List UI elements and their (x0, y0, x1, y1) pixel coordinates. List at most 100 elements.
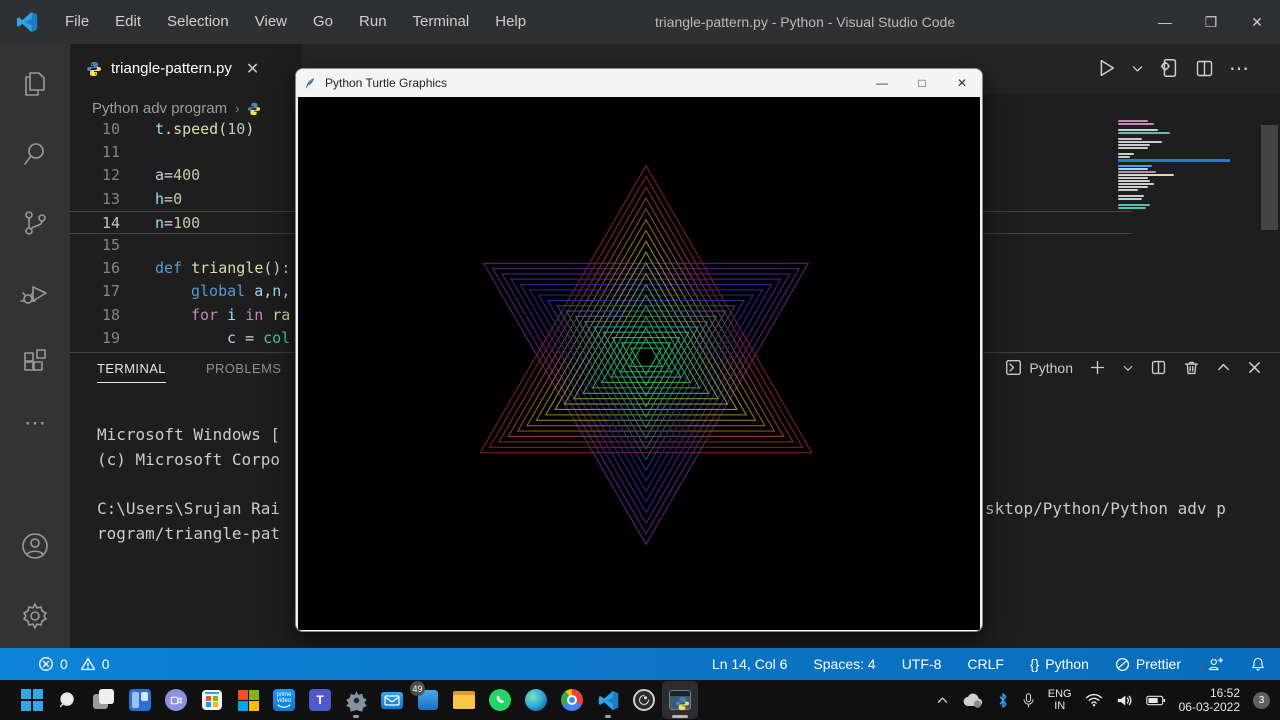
formatter-label: Prettier (1135, 656, 1181, 672)
notifications-bell-icon[interactable] (1250, 656, 1266, 672)
minimap[interactable] (1118, 120, 1230, 245)
run-debug-icon[interactable] (19, 277, 51, 309)
turtle-close-button[interactable]: ✕ (942, 69, 982, 97)
kill-terminal-icon[interactable] (1183, 359, 1200, 376)
panel-tab-problems[interactable]: PROBLEMS (206, 361, 281, 383)
line-number: 17 (101, 282, 120, 301)
feedback-icon[interactable] (1207, 656, 1224, 673)
tab-triangle-pattern[interactable]: triangle-pattern.py ✕ (70, 44, 302, 93)
chat-icon[interactable] (158, 681, 194, 719)
language-indicator[interactable]: ENG IN (1048, 688, 1072, 712)
maximize-panel-icon[interactable] (1216, 360, 1231, 375)
python-turtle-taskbar-icon[interactable] (662, 681, 698, 719)
shell-badge[interactable]: Python (1005, 359, 1073, 376)
battery-icon[interactable] (1145, 694, 1166, 707)
menu-help[interactable]: Help (482, 0, 539, 44)
eol-sequence[interactable]: CRLF (967, 656, 1004, 672)
editor-scrollbar[interactable] (1261, 125, 1278, 230)
run-file-icon[interactable] (1095, 57, 1117, 79)
line-number: 12 (101, 166, 120, 185)
clock[interactable]: 16:52 06-03-2022 (1179, 686, 1240, 714)
run-dropdown-chevron-icon[interactable] (1131, 62, 1144, 75)
editor-more-icon[interactable]: ⋯ (1229, 56, 1249, 81)
code-text: a=400 (155, 166, 201, 185)
restore-button[interactable]: ❐ (1188, 0, 1234, 44)
settings-gear-icon[interactable] (19, 600, 51, 632)
widgets-icon[interactable] (122, 681, 158, 719)
menu-view[interactable]: View (242, 0, 300, 44)
extensions-icon[interactable] (19, 347, 51, 379)
menu-terminal[interactable]: Terminal (400, 0, 483, 44)
onedrive-cloud-icon[interactable] (962, 693, 984, 708)
settings-app-icon[interactable] (338, 681, 374, 719)
bluetooth-icon[interactable] (997, 692, 1009, 709)
turtle-graphics-window[interactable]: Python Turtle Graphics — □ ✕ (295, 68, 983, 632)
panel-tabs: TERMINAL PROBLEMS (97, 361, 281, 383)
menu-run[interactable]: Run (346, 0, 400, 44)
mail-icon[interactable] (374, 681, 410, 719)
code-text: n=100 (155, 213, 201, 232)
menu-edit[interactable]: Edit (102, 0, 154, 44)
code-text: def triangle(): (155, 259, 291, 278)
formatter-status[interactable]: Prettier (1115, 656, 1181, 672)
notification-count-badge[interactable]: 3 (1253, 691, 1270, 709)
prettier-slash-icon (1115, 657, 1129, 671)
tab-close-icon[interactable]: ✕ (246, 59, 259, 79)
cursor-position[interactable]: Ln 14, Col 6 (712, 656, 788, 672)
file-explorer-icon[interactable] (446, 681, 482, 719)
close-button[interactable]: ✕ (1234, 0, 1280, 44)
split-editor-icon[interactable] (1194, 58, 1215, 79)
teams-icon[interactable]: T (302, 681, 338, 719)
terminal-output-line: rogram/triangle-pat (97, 524, 281, 543)
turtle-minimize-button[interactable]: — (862, 69, 902, 97)
prime-video-icon[interactable]: prime video (266, 681, 302, 719)
wifi-icon[interactable] (1085, 693, 1103, 707)
office-icon[interactable] (230, 681, 266, 719)
more-actions-icon[interactable]: ⋯ (19, 410, 51, 442)
task-view-icon[interactable] (86, 681, 122, 719)
accounts-icon[interactable] (19, 530, 51, 562)
turtle-window-controls: — □ ✕ (862, 69, 982, 97)
taskbar-search-icon[interactable] (50, 681, 86, 719)
calendar-app-icon[interactable]: 49 (410, 681, 446, 719)
code-text: global a,n, (191, 282, 291, 301)
edge-icon[interactable] (518, 681, 554, 719)
terminal-dropdown-chevron-icon[interactable] (1122, 362, 1134, 374)
menu-file[interactable]: File (52, 0, 102, 44)
unread-badge: 49 (410, 681, 425, 696)
turtle-titlebar[interactable]: Python Turtle Graphics — □ ✕ (296, 69, 982, 97)
menu-go[interactable]: Go (300, 0, 346, 44)
panel-tab-terminal[interactable]: TERMINAL (97, 361, 166, 383)
split-terminal-icon[interactable] (1150, 359, 1167, 376)
microphone-icon[interactable] (1022, 692, 1035, 709)
menu-selection[interactable]: Selection (154, 0, 242, 44)
tray-overflow-chevron-icon[interactable] (936, 694, 949, 707)
encoding[interactable]: UTF-8 (902, 656, 942, 672)
microsoft-store-icon[interactable] (194, 681, 230, 719)
vscode-taskbar-icon[interactable] (590, 681, 626, 719)
breadcrumb-folder[interactable]: Python adv program (92, 100, 227, 117)
chrome-icon[interactable] (554, 681, 590, 719)
search-icon[interactable] (19, 138, 51, 170)
errors-icon[interactable] (38, 656, 54, 672)
source-control-icon[interactable] (19, 207, 51, 239)
error-count[interactable]: 0 (60, 656, 68, 672)
line-number: 16 (101, 259, 120, 278)
warnings-icon[interactable] (80, 656, 96, 672)
indentation[interactable]: Spaces: 4 (813, 656, 875, 672)
volume-icon[interactable] (1116, 693, 1133, 708)
braces-icon: {} (1029, 656, 1040, 672)
language-mode[interactable]: {} Python (1030, 656, 1089, 672)
start-button[interactable] (14, 681, 50, 719)
warning-count[interactable]: 0 (102, 656, 110, 672)
explorer-icon[interactable] (19, 68, 51, 100)
obs-studio-icon[interactable] (626, 681, 662, 719)
editor-actions: ⋯ (1095, 50, 1249, 86)
python-file-icon (248, 102, 261, 115)
close-panel-icon[interactable] (1247, 360, 1262, 375)
whatsapp-icon[interactable] (482, 681, 518, 719)
run-python-dedicated-icon[interactable] (1158, 57, 1180, 79)
new-terminal-icon[interactable] (1089, 359, 1106, 376)
turtle-maximize-button[interactable]: □ (902, 69, 942, 97)
minimize-button[interactable]: — (1142, 0, 1188, 44)
